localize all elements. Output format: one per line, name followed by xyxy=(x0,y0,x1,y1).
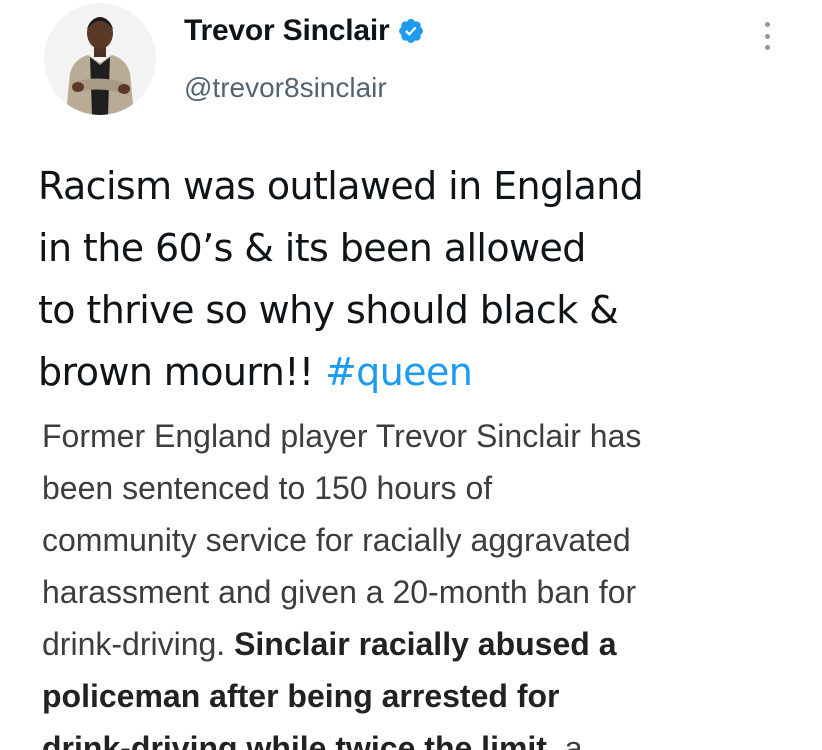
more-options-icon[interactable] xyxy=(754,16,780,56)
article-line: drink-driving while twice the limit, a xyxy=(42,722,802,750)
article-plain-text: a xyxy=(555,730,583,750)
user-handle[interactable]: @trevor8sinclair xyxy=(184,72,387,104)
hashtag-link[interactable]: #queen xyxy=(325,350,473,394)
news-excerpt: Former England player Trevor Sinclair ha… xyxy=(0,400,822,750)
article-plain-text: drink-driving. xyxy=(42,626,235,662)
screenshot-page: Trevor Sinclair @trevor8sinclair Racism … xyxy=(0,0,822,750)
verified-badge-icon xyxy=(397,17,425,45)
tweet-card: Trevor Sinclair @trevor8sinclair Racism … xyxy=(0,0,822,398)
avatar[interactable] xyxy=(44,3,156,115)
tweet-text-line: to thrive so why should black & xyxy=(38,288,619,332)
avatar-photo xyxy=(44,3,156,115)
article-line: community service for racially aggravate… xyxy=(42,522,631,558)
tweet-text: Racism was outlawed in England in the 60… xyxy=(38,155,798,403)
tweet-text-line: brown mourn!! #queen xyxy=(38,341,798,403)
article-line: drink-driving. Sinclair racially abused … xyxy=(42,618,802,670)
tweet-text-line: Racism was outlawed in England xyxy=(38,164,644,208)
article-line: harassment and given a 20-month ban for xyxy=(42,574,637,610)
article-bold-text: Sinclair racially abused a xyxy=(234,626,617,662)
article-text: Former England player Trevor Sinclair ha… xyxy=(42,410,802,750)
display-name[interactable]: Trevor Sinclair xyxy=(184,14,390,48)
name-row: Trevor Sinclair xyxy=(184,14,425,48)
article-line: Former England player Trevor Sinclair ha… xyxy=(42,418,642,454)
article-line: been sentenced to 150 hours of xyxy=(42,470,493,506)
article-line: policeman after being arrested for xyxy=(42,670,802,722)
article-bold-text: policeman after being arrested for xyxy=(42,678,560,714)
tweet-text-line: in the 60’s & its been allowed xyxy=(38,226,586,270)
tweet-text-segment: brown mourn!! xyxy=(38,350,325,394)
article-bold-text: drink-driving while twice the limit, xyxy=(42,730,556,750)
